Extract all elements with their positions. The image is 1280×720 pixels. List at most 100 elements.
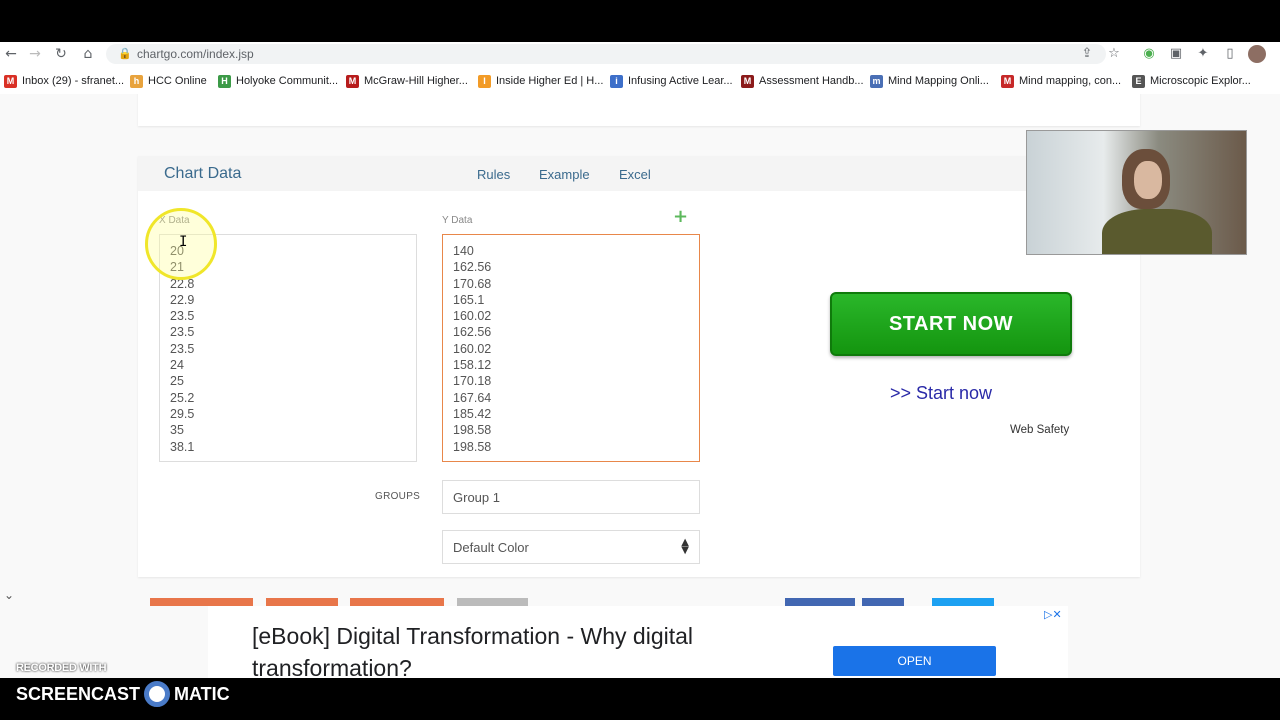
data-value-line: 162.56	[453, 325, 492, 340]
share-strip	[266, 598, 338, 606]
chart-data-card: Chart Data Rules Example Excel X Data Y …	[138, 156, 1140, 577]
recorded-with-text: RECORDED WITH	[16, 662, 107, 674]
home-icon[interactable]: ⌂	[79, 45, 97, 63]
navigation-bar: ← → ↻ ⌂ 🔒 chartgo.com/index.jsp ⇪ ☆ ◉ ▣ …	[0, 42, 1280, 66]
bookmark-favicon: M	[741, 74, 754, 88]
bookmark-item[interactable]: h HCC Online	[130, 73, 207, 89]
bookmark-item[interactable]: E Microscopic Explor...	[1132, 73, 1251, 89]
extension-icon[interactable]: ◉	[1140, 45, 1158, 63]
share-icon[interactable]: ⇪	[1078, 45, 1096, 63]
chevron-down-icon[interactable]: ⌄	[4, 588, 34, 604]
webcam-person-face	[1134, 161, 1162, 199]
add-series-icon[interactable]: +	[673, 208, 688, 226]
data-value-line: 160.02	[453, 309, 492, 324]
bookmark-favicon: M	[346, 74, 359, 88]
reload-icon[interactable]: ↻	[52, 45, 70, 63]
data-value-line: 24	[170, 358, 184, 373]
share-strip	[457, 598, 528, 606]
groups-label: GROUPS	[375, 491, 421, 502]
puzzle-icon[interactable]: ✦	[1194, 45, 1212, 63]
data-value-line: 170.68	[453, 276, 492, 291]
y-data-textarea[interactable]: 140 162.56 170.68 165.1 160.02 162.56 160.02 15…	[442, 234, 700, 462]
screencast-logo: SCREENCAST MATIC	[16, 681, 230, 707]
logo-text-right: MATIC	[174, 683, 230, 704]
screen: ← → ↻ ⌂ 🔒 chartgo.com/index.jsp ⇪ ☆ ◉ ▣ …	[0, 0, 1280, 720]
forward-icon[interactable]: →	[26, 45, 44, 63]
tab-excel[interactable]: Excel	[619, 167, 651, 182]
bookmarks-bar: M Inbox (29) - sfranet... h HCC Online H Ho…	[0, 70, 1280, 92]
bookmark-favicon: E	[1132, 74, 1145, 88]
color-select[interactable]: Default Color ▲ ▼	[442, 530, 700, 564]
bookmark-favicon: M	[1001, 74, 1014, 88]
ad-close-icon[interactable]: ▷✕	[1044, 608, 1062, 621]
data-value-line: 38.1	[170, 439, 195, 454]
sidebar-icon[interactable]: ▯	[1221, 45, 1239, 63]
data-value-line: 23.5	[170, 341, 195, 356]
data-value-line: 25.2	[170, 390, 195, 405]
bookmark-favicon: H	[218, 74, 231, 88]
lock-icon: 🔒	[118, 47, 132, 60]
bookmark-item[interactable]: M Mind mapping, con...	[1001, 73, 1121, 89]
ad-open-button[interactable]: OPEN	[833, 646, 996, 676]
data-value-line: 158.12	[453, 358, 492, 373]
data-value-line: 29.5	[170, 406, 195, 421]
data-value-line: 22.9	[170, 292, 195, 307]
data-value-line: 162.56	[453, 260, 492, 275]
bookmark-item[interactable]: H Holyoke Communit...	[218, 73, 338, 89]
share-strip	[150, 598, 253, 606]
web-safety-text: Web Safety	[1010, 424, 1070, 436]
logo-dot-icon	[144, 681, 171, 707]
data-value-line: 170.18	[453, 374, 492, 389]
select-arrows-icon: ▲ ▼	[681, 537, 689, 556]
share-strip	[785, 598, 855, 606]
address-bar[interactable]: 🔒 chartgo.com/index.jsp	[106, 44, 1106, 64]
bookmark-item[interactable]: M McGraw-Hill Higher...	[346, 73, 468, 89]
x-data-values: 20 21 22.8 22.9 23.5 23.5 23.5 24 25 25.2 29.5 35 38…	[170, 243, 406, 455]
star-icon[interactable]: ☆	[1105, 45, 1123, 63]
color-select-value: Default Color	[453, 540, 529, 555]
card-title: Chart Data	[164, 165, 242, 182]
y-data-values: 140 162.56 170.68 165.1 160.02 162.56 160.02 15…	[453, 243, 689, 455]
bookmark-item[interactable]: i Infusing Active Lear...	[610, 73, 733, 89]
data-value-line: 23.5	[170, 309, 195, 324]
browser-chrome: ← → ↻ ⌂ 🔒 chartgo.com/index.jsp ⇪ ☆ ◉ ▣ …	[0, 42, 1280, 94]
bookmark-favicon: h	[130, 74, 143, 88]
data-value-line: 185.42	[453, 406, 492, 421]
data-value-line: 167.64	[453, 390, 492, 405]
bookmark-favicon: I	[478, 74, 491, 88]
data-value-line: 22.8	[170, 276, 195, 291]
tab-rules[interactable]: Rules	[477, 167, 510, 182]
data-value-line: 198.58	[453, 423, 492, 438]
share-strip	[862, 598, 904, 606]
url-text: chartgo.com/index.jsp	[137, 47, 254, 61]
gmail-icon: M	[4, 74, 17, 88]
data-value-line: 25	[170, 374, 184, 389]
extension-icon[interactable]: ▣	[1167, 45, 1185, 63]
bookmark-item[interactable]: M Assessment Handb...	[741, 73, 864, 89]
bookmark-favicon: m	[870, 74, 883, 88]
y-data-label: Y Data	[442, 215, 473, 226]
share-strip	[350, 598, 444, 606]
start-now-button[interactable]: START NOW	[830, 292, 1072, 356]
text-cursor-icon: I	[179, 234, 188, 250]
ad-headline[interactable]: [eBook] Digital Transformation - Why dig…	[252, 620, 812, 684]
profile-avatar[interactable]	[1248, 45, 1266, 63]
tab-example[interactable]: Example	[539, 167, 590, 182]
start-now-link[interactable]: >> Start now	[890, 383, 992, 404]
bookmark-favicon: i	[610, 74, 623, 88]
webcam-person-body	[1102, 209, 1212, 254]
card-header: Chart Data Rules Example Excel	[138, 156, 1140, 191]
data-value-line: 140	[453, 244, 474, 258]
data-value-line: 23.5	[170, 325, 195, 340]
bookmark-item[interactable]: m Mind Mapping Onli...	[870, 73, 989, 89]
share-strip	[932, 598, 994, 606]
top-card	[138, 94, 1140, 126]
data-value-line: 35	[170, 423, 184, 438]
bookmark-item[interactable]: M Inbox (29) - sfranet...	[4, 73, 124, 89]
logo-text-left: SCREENCAST	[16, 683, 141, 704]
webcam-overlay	[1026, 130, 1247, 255]
back-icon[interactable]: ←	[2, 45, 20, 63]
bookmark-item[interactable]: I Inside Higher Ed | H...	[478, 73, 603, 89]
bottom-ad[interactable]: ▷✕ [eBook] Digital Transformation - Why …	[208, 606, 1068, 681]
group-name-input[interactable]: Group 1	[442, 480, 700, 514]
